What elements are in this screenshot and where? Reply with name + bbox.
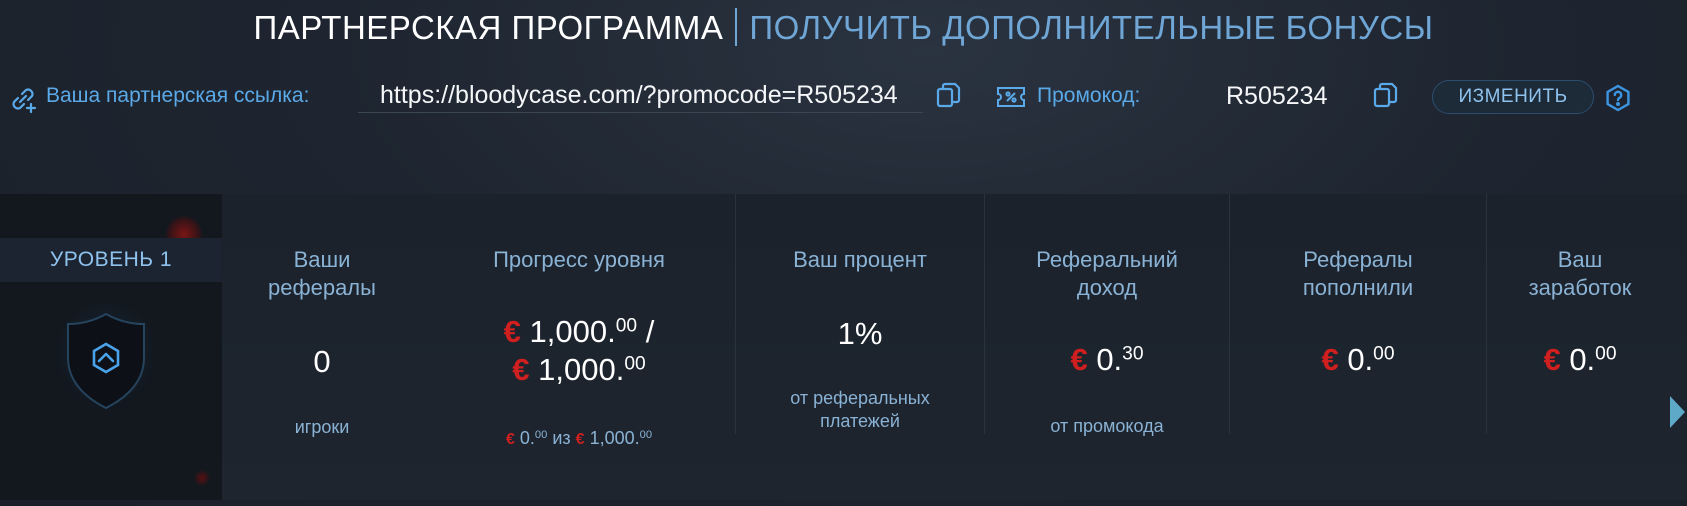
link-icon bbox=[8, 84, 38, 114]
stats-panel: УРОВЕНЬ 1 Ваши рефералы 0 игроки Прогрес… bbox=[0, 194, 1687, 500]
stat-income: Реферальний доход € 0.30 от промокода bbox=[985, 194, 1229, 500]
stat-referrals: Ваши рефералы 0 игроки bbox=[222, 194, 422, 500]
referral-link-value[interactable]: https://bloodycase.com/?promocode=R50523… bbox=[358, 81, 920, 110]
level-label: УРОВЕНЬ 1 bbox=[0, 238, 222, 282]
deposited-value: € 0.00 bbox=[1321, 342, 1395, 377]
referrals-value: 0 bbox=[313, 344, 331, 379]
earnings-value: € 0.00 bbox=[1543, 342, 1617, 377]
referrals-title: Ваши рефералы bbox=[268, 247, 376, 300]
coupon-icon bbox=[996, 85, 1026, 109]
promo-code-value: R505234 bbox=[1226, 82, 1328, 110]
percent-sub: от реферальных платежей bbox=[790, 388, 930, 431]
decor-blob-small bbox=[194, 470, 210, 486]
help-icon[interactable] bbox=[1604, 84, 1632, 112]
referral-link-label: Ваша партнерская ссылка: bbox=[46, 84, 310, 107]
referral-row: Ваша партнерская ссылка: https://bloodyc… bbox=[0, 78, 1687, 118]
income-sub: от промокода bbox=[1050, 416, 1164, 436]
title-divider bbox=[735, 8, 738, 46]
income-value: € 0.30 bbox=[1070, 342, 1144, 377]
referrals-sub: игроки bbox=[294, 417, 350, 437]
change-promo-button[interactable]: ИЗМЕНИТЬ bbox=[1432, 80, 1594, 114]
percent-title: Ваш процент bbox=[793, 247, 927, 272]
income-title: Реферальний доход bbox=[1036, 247, 1178, 300]
program-title: ПАРТНЕРСКАЯ ПРОГРАММА bbox=[253, 9, 724, 46]
stat-progress: Прогресс уровня € 1,000.00 / € 1,000.00 … bbox=[422, 194, 736, 500]
referral-link-field[interactable]: https://bloodycase.com/?promocode=R50523… bbox=[358, 78, 923, 113]
scroll-right-arrow-icon[interactable] bbox=[1667, 392, 1687, 437]
progress-current: € 1,000.00 / bbox=[503, 314, 655, 349]
level-card: УРОВЕНЬ 1 bbox=[0, 194, 222, 500]
percent-value: 1% bbox=[837, 316, 883, 351]
progress-target: € 1,000.00 bbox=[512, 352, 646, 387]
stat-percent: Ваш процент 1% от реферальных платежей bbox=[736, 194, 984, 500]
promo-label: Промокод: bbox=[1037, 84, 1141, 107]
earnings-title: Ваш заработок bbox=[1528, 247, 1632, 300]
copy-promo-icon[interactable] bbox=[1372, 82, 1398, 110]
copy-link-icon[interactable] bbox=[935, 82, 961, 110]
deposited-title: Рефералы пополнили bbox=[1302, 247, 1414, 300]
page-title: ПАРТНЕРСКАЯ ПРОГРАММА ПОЛУЧИТЬ ДОПОЛНИТЕЛ… bbox=[0, 8, 1687, 47]
stat-deposited: Рефералы пополнили € 0.00 bbox=[1230, 194, 1486, 500]
level-shield-icon bbox=[54, 302, 158, 419]
progress-small: € 0.00 из € 1,000.00 bbox=[505, 428, 653, 449]
bonus-link[interactable]: ПОЛУЧИТЬ ДОПОЛНИТЕЛЬНЫЕ БОНУСЫ bbox=[749, 9, 1433, 46]
stat-earnings: Ваш заработок € 0.00 bbox=[1487, 194, 1673, 500]
progress-title: Прогресс уровня bbox=[493, 247, 665, 272]
